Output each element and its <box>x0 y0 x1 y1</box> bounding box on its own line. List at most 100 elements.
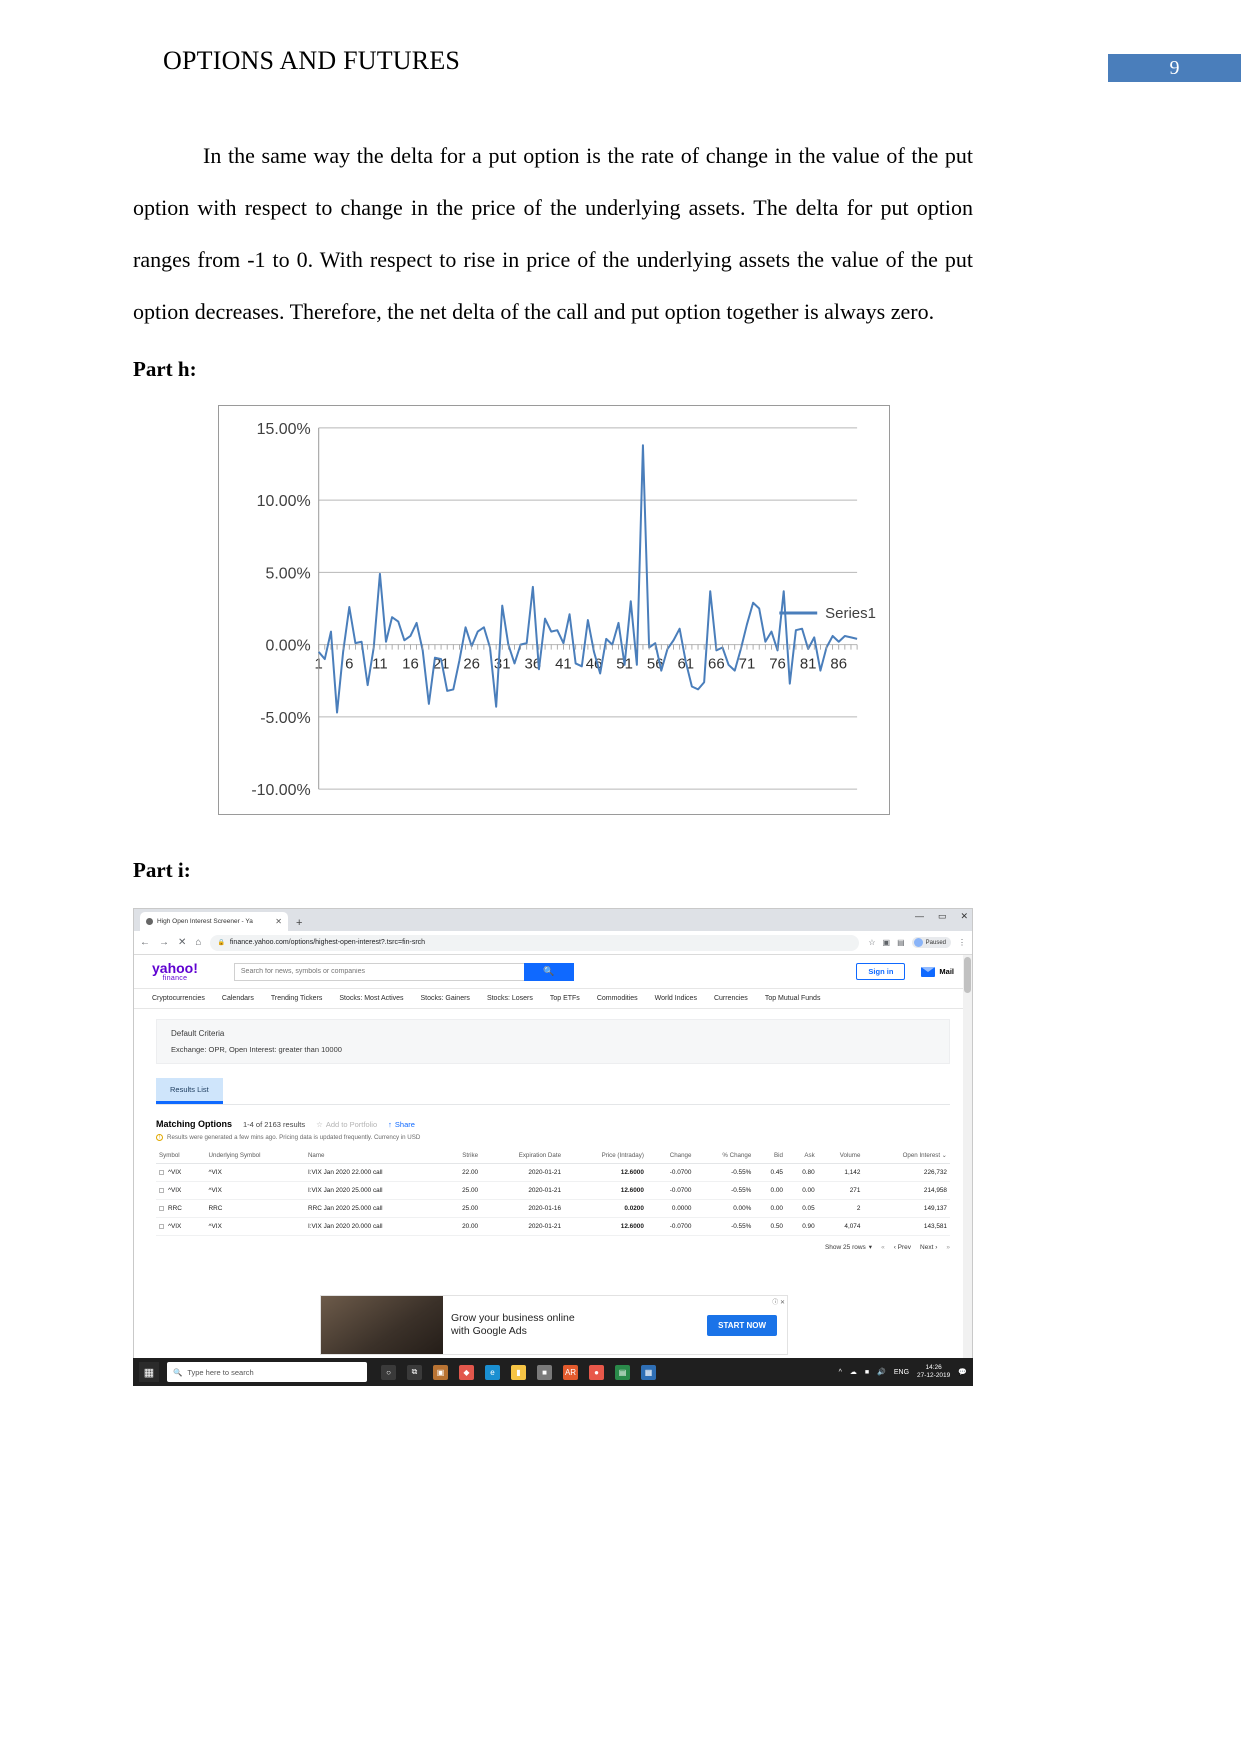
chrome-icon[interactable]: ● <box>589 1364 604 1380</box>
taskbar-clock[interactable]: 14:26 27-12-2019 <box>917 1364 950 1380</box>
page-title: OPTIONS AND FUTURES <box>163 46 461 75</box>
close-window-icon[interactable]: ✕ <box>960 911 968 922</box>
language-indicator[interactable]: ENG <box>894 1369 909 1376</box>
nav-item[interactable]: Stocks: Gainers <box>421 995 470 1002</box>
default-criteria-panel: Default Criteria Exchange: OPR, Open Int… <box>156 1019 950 1064</box>
mozilla-icon[interactable]: ◆ <box>459 1364 474 1380</box>
nav-item[interactable]: Top Mutual Funds <box>765 995 821 1002</box>
google-ads-banner[interactable]: Grow your business online with Google Ad… <box>320 1295 788 1355</box>
back-icon[interactable]: ← <box>140 937 150 948</box>
edge-icon[interactable]: e <box>485 1364 500 1380</box>
nav-item[interactable]: World Indices <box>655 995 697 1002</box>
column-header[interactable]: Name <box>304 1148 444 1164</box>
taskbar-search[interactable]: 🔍 Type here to search <box>167 1362 367 1382</box>
search-button[interactable]: 🔍 <box>523 962 574 981</box>
bookmark-star-icon[interactable]: ☆ <box>868 938 875 947</box>
yahoo-search[interactable]: 🔍 <box>233 962 574 981</box>
browser-menu-icon[interactable]: ⋮ <box>958 938 966 947</box>
ad-close-icon[interactable]: ⓘ ✕ <box>772 1297 785 1306</box>
column-header[interactable]: Open Interest ⌄ <box>863 1148 950 1164</box>
y-tick-label: 15.00% <box>257 421 311 438</box>
ar-icon[interactable]: AR <box>563 1364 578 1380</box>
windows-start-icon[interactable]: ▦ <box>139 1362 159 1382</box>
column-header[interactable]: Strike <box>443 1148 482 1164</box>
camera-icon[interactable]: ■ <box>537 1364 552 1380</box>
browser-tab[interactable]: High Open Interest Screener - Ya ✕ <box>140 912 288 931</box>
stop-icon[interactable]: ✕ <box>178 937 186 948</box>
ad-image <box>321 1296 443 1354</box>
yahoo-finance-logo[interactable]: yahoo! finance <box>152 961 198 982</box>
column-header[interactable]: Underlying Symbol <box>205 1148 305 1164</box>
folder-icon[interactable]: ▮ <box>511 1364 526 1380</box>
volume-icon[interactable]: 🔊 <box>877 1368 886 1376</box>
column-header[interactable]: Ask <box>786 1148 818 1164</box>
nav-item[interactable]: Stocks: Most Actives <box>339 995 403 1002</box>
table-cell: 2020-01-21 <box>481 1217 565 1236</box>
search-input[interactable] <box>233 962 524 981</box>
last-page-button[interactable]: » <box>946 1244 950 1251</box>
row-checkbox[interactable] <box>159 1205 164 1211</box>
column-header[interactable]: Expiration Date <box>481 1148 565 1164</box>
forward-icon[interactable]: → <box>159 937 169 948</box>
nav-item[interactable]: Trending Tickers <box>271 995 322 1002</box>
address-bar[interactable]: 🔒 finance.yahoo.com/options/highest-open… <box>210 934 860 951</box>
network-icon[interactable]: ☁ <box>850 1368 857 1376</box>
column-header[interactable]: Symbol <box>156 1148 206 1164</box>
nav-item[interactable]: Commodities <box>597 995 638 1002</box>
tab-close-icon[interactable]: ✕ <box>275 917 282 926</box>
column-header[interactable]: Volume <box>817 1148 864 1164</box>
tab-results-list[interactable]: Results List <box>156 1078 223 1104</box>
column-header[interactable]: Bid <box>754 1148 786 1164</box>
home-icon[interactable]: ⌂ <box>195 937 201 948</box>
profile-paused-pill[interactable]: Paused <box>911 937 951 948</box>
task-view-icon[interactable]: ⧉ <box>407 1364 422 1380</box>
excel-icon[interactable]: ▤ <box>615 1364 630 1380</box>
nav-item[interactable]: Currencies <box>714 995 748 1002</box>
nav-item[interactable]: Top ETFs <box>550 995 580 1002</box>
nav-item[interactable]: Cryptocurrencies <box>152 995 205 1002</box>
table-row[interactable]: ^VIX ^VIX I:VIX Jan 2020 25.000 call 25.00 2… <box>156 1181 950 1200</box>
tray-chevron-icon[interactable]: ^ <box>839 1369 842 1376</box>
row-checkbox[interactable] <box>159 1187 164 1193</box>
y-tick-label: 5.00% <box>266 565 311 582</box>
column-header[interactable]: % Change <box>694 1148 755 1164</box>
share-button[interactable]: ↑ Share <box>388 1120 415 1129</box>
nav-item[interactable]: Stocks: Losers <box>487 995 533 1002</box>
first-page-button[interactable]: « <box>881 1244 885 1251</box>
add-to-portfolio-button[interactable]: ☆ Add to Portfolio <box>316 1120 377 1129</box>
table-row[interactable]: RRC RRC RRC Jan 2020 25.000 call 25.00 2020-… <box>156 1199 950 1218</box>
app-icon[interactable]: ▦ <box>641 1364 656 1380</box>
table-cell: ^VIX <box>205 1181 305 1200</box>
address-bar-url: finance.yahoo.com/options/highest-open-i… <box>229 939 426 946</box>
nav-item[interactable]: Calendars <box>222 995 254 1002</box>
maximize-icon[interactable]: ▭ <box>938 911 947 922</box>
browser-scrollbar[interactable] <box>963 955 972 1385</box>
column-header[interactable]: Change <box>646 1148 695 1164</box>
minimize-icon[interactable]: — <box>915 911 924 922</box>
ad-dismiss-icon[interactable]: ✕ <box>780 1300 785 1306</box>
table-row[interactable]: ^VIX ^VIX I:VIX Jan 2020 22.000 call 22.00 2… <box>156 1163 950 1182</box>
row-checkbox[interactable] <box>159 1169 164 1175</box>
row-checkbox[interactable] <box>159 1223 164 1229</box>
column-header[interactable]: Price (Intraday) <box>564 1148 647 1164</box>
extension-1-icon[interactable]: ▣ <box>883 938 891 947</box>
ad-cta-button[interactable]: START NOW <box>707 1314 777 1336</box>
body-paragraph: In the same way the delta for a put opti… <box>133 143 973 324</box>
explorer-icon[interactable]: ▣ <box>433 1364 448 1380</box>
share-icon: ↑ <box>388 1119 392 1129</box>
prev-page-button[interactable]: ‹ Prev <box>894 1244 911 1251</box>
table-row[interactable]: ^VIX ^VIX I:VIX Jan 2020 20.000 call 20.00 2… <box>156 1217 950 1236</box>
battery-icon[interactable]: ■ <box>865 1369 869 1376</box>
table-cell: -0.55% <box>694 1217 755 1236</box>
extension-2-icon[interactable]: ▤ <box>897 938 905 947</box>
rows-per-page-select[interactable]: Show 25 rows ▾ <box>825 1243 872 1252</box>
cortana-icon[interactable]: ○ <box>381 1364 396 1380</box>
new-tab-button[interactable]: + <box>296 917 302 931</box>
browser-screenshot: High Open Interest Screener - Ya ✕ + — ▭… <box>133 908 973 1386</box>
mail-link[interactable]: Mail <box>921 966 954 977</box>
action-center-icon[interactable]: 💬 <box>958 1368 967 1376</box>
sign-in-button[interactable]: Sign in <box>856 963 906 980</box>
scrollbar-thumb[interactable] <box>964 957 971 993</box>
next-page-button[interactable]: Next › <box>920 1244 937 1251</box>
browser-titlebar: High Open Interest Screener - Ya ✕ + — ▭… <box>134 909 972 931</box>
